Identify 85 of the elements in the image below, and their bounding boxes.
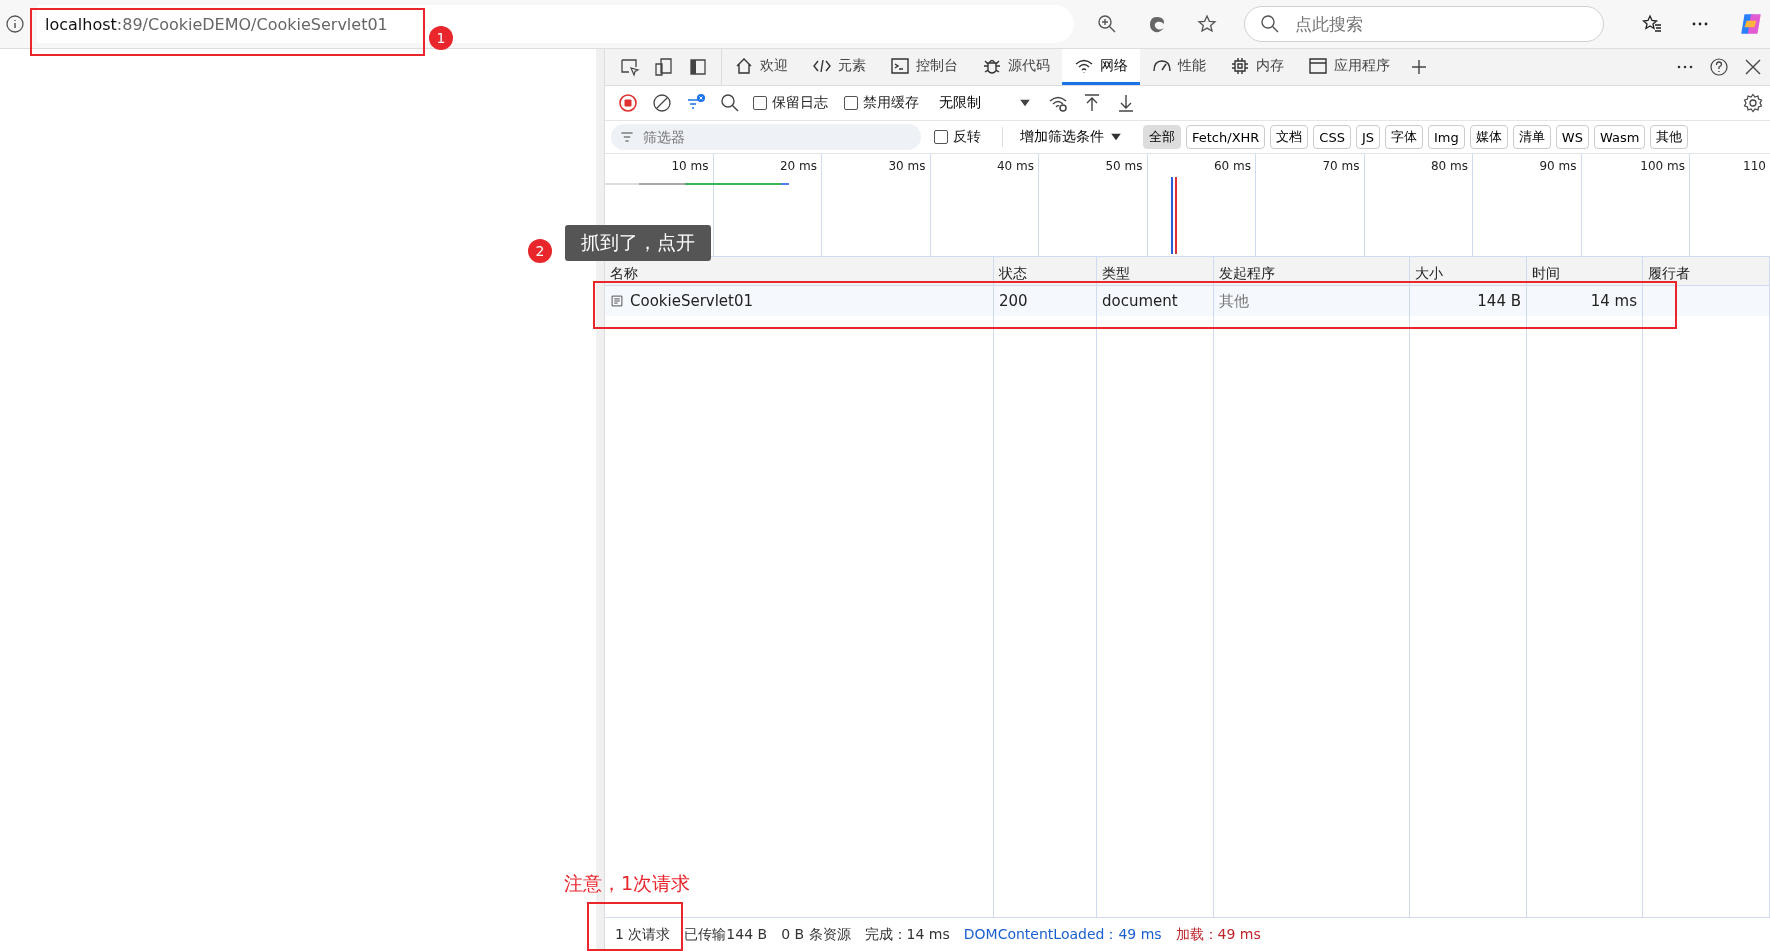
number-badge: 2 bbox=[528, 239, 552, 263]
device-icon[interactable] bbox=[654, 57, 674, 77]
request-name[interactable]: CookieServlet01 bbox=[630, 292, 754, 310]
search-icon bbox=[1260, 14, 1280, 34]
search-icon[interactable] bbox=[720, 93, 740, 113]
time-tick-label: 50 ms bbox=[1105, 159, 1144, 173]
document-icon bbox=[610, 294, 624, 308]
time-tick-label: 90 ms bbox=[1539, 159, 1578, 173]
table-cell: 200 bbox=[999, 292, 1028, 310]
devtools-tab[interactable]: 内存 bbox=[1218, 49, 1296, 85]
status-text: 0 B 条资源 bbox=[781, 926, 851, 944]
devtools-tab[interactable]: 元素 bbox=[800, 49, 878, 85]
dock-icon[interactable] bbox=[688, 57, 708, 77]
time-tick-label: 10 ms bbox=[671, 159, 710, 173]
annotation-note: 注意，1次请求 bbox=[564, 871, 691, 896]
checkbox-option[interactable]: 保留日志 bbox=[753, 94, 828, 112]
status-text: DOMContentLoaded：49 ms bbox=[963, 926, 1162, 944]
status-text: 完成：14 ms bbox=[864, 926, 950, 944]
type-filter-chip[interactable]: WS bbox=[1555, 125, 1589, 149]
table-cell: 144 B bbox=[1477, 292, 1521, 310]
time-tick-label: 60 ms bbox=[1213, 159, 1252, 173]
plus-icon[interactable] bbox=[1409, 57, 1429, 77]
type-filter-chip[interactable]: JS bbox=[1355, 125, 1381, 149]
type-filter-chip[interactable]: Img bbox=[1428, 125, 1465, 149]
devtools-tab[interactable]: 性能 bbox=[1140, 49, 1218, 85]
record-icon[interactable] bbox=[618, 93, 638, 113]
status-text: 加载：49 ms bbox=[1175, 926, 1261, 944]
time-tick-label: 70 ms bbox=[1322, 159, 1361, 173]
time-tick-label: 30 ms bbox=[888, 159, 927, 173]
devtools-tab[interactable]: 控制台 bbox=[878, 49, 970, 85]
type-filter-chip[interactable]: 其他 bbox=[1650, 125, 1689, 149]
time-tick-label: 110 bbox=[1743, 159, 1767, 173]
devtools-tab[interactable]: 网络 bbox=[1062, 49, 1140, 85]
filter-icon bbox=[619, 129, 635, 145]
time-tick-label: 20 ms bbox=[779, 159, 818, 173]
swirl-icon[interactable] bbox=[1147, 14, 1167, 34]
table-cell: document bbox=[1102, 292, 1178, 310]
close-icon[interactable] bbox=[1743, 57, 1763, 77]
devtools-tab[interactable]: 源代码 bbox=[970, 49, 1062, 85]
copilot-icon[interactable] bbox=[1738, 11, 1764, 37]
type-filter-chip[interactable]: 字体 bbox=[1385, 125, 1424, 149]
time-tick-label: 100 ms bbox=[1640, 159, 1686, 173]
help-icon[interactable] bbox=[1709, 57, 1729, 77]
column-header[interactable]: 发起程序 bbox=[1214, 257, 1410, 286]
inspect-icon[interactable] bbox=[620, 57, 640, 77]
throttle-dropdown[interactable]: 无限制 bbox=[933, 93, 1009, 113]
type-filter-chip[interactable]: Wasm bbox=[1593, 125, 1646, 149]
search-field[interactable]: 点此搜索 bbox=[1244, 6, 1604, 42]
filter-dropdown[interactable]: 增加筛选条件 bbox=[1014, 127, 1130, 147]
type-filter-chip[interactable]: 媒体 bbox=[1469, 125, 1508, 149]
number-badge: 1 bbox=[429, 26, 453, 50]
column-header[interactable]: 履行者 bbox=[1643, 257, 1770, 286]
table-row[interactable]: CookieServlet01 200 document 其他 144 B 14 ms bbox=[605, 286, 1770, 316]
table-cell: 14 ms bbox=[1590, 292, 1637, 310]
column-header[interactable]: 状态 bbox=[994, 257, 1097, 286]
type-filter-chip[interactable]: CSS bbox=[1313, 125, 1351, 149]
settings-icon[interactable] bbox=[1743, 93, 1763, 113]
tooltip-callout: 抓到了，点开 bbox=[565, 225, 711, 261]
star-icon[interactable] bbox=[1197, 14, 1217, 34]
type-filter-chip[interactable]: 文档 bbox=[1270, 125, 1309, 149]
favorites-icon[interactable] bbox=[1642, 14, 1662, 34]
column-header[interactable]: 大小 bbox=[1410, 257, 1527, 286]
zoom-icon[interactable] bbox=[1097, 14, 1117, 34]
checkbox-option[interactable]: 反转 bbox=[934, 128, 981, 146]
filter-field[interactable]: 筛选器 bbox=[611, 124, 921, 150]
info-icon[interactable] bbox=[5, 14, 25, 34]
download-icon[interactable] bbox=[1116, 93, 1136, 113]
type-filter-chip[interactable]: 清单 bbox=[1512, 125, 1551, 149]
status-text: 1 次请求 bbox=[615, 926, 671, 944]
time-tick-label: 40 ms bbox=[996, 159, 1035, 173]
clear-icon[interactable] bbox=[652, 93, 672, 113]
status-text: 已传输144 B bbox=[684, 926, 768, 944]
type-filter-chip[interactable]: Fetch/XHR bbox=[1186, 125, 1266, 149]
column-header[interactable]: 时间 bbox=[1527, 257, 1643, 286]
console-icon bbox=[890, 55, 910, 76]
column-header[interactable]: 类型 bbox=[1097, 257, 1214, 286]
chip-icon bbox=[1230, 55, 1250, 76]
checkbox-option[interactable]: 禁用缓存 bbox=[844, 94, 919, 112]
window-icon bbox=[1308, 55, 1328, 76]
upload-icon[interactable] bbox=[1082, 93, 1102, 113]
table-cell: 其他 bbox=[1219, 291, 1249, 311]
devtools-tab[interactable]: 应用程序 bbox=[1296, 49, 1402, 85]
devtools-tab[interactable]: 欢迎 bbox=[722, 49, 800, 85]
type-filter-chip[interactable]: 全部 bbox=[1143, 125, 1181, 149]
time-tick-label: 80 ms bbox=[1430, 159, 1469, 173]
